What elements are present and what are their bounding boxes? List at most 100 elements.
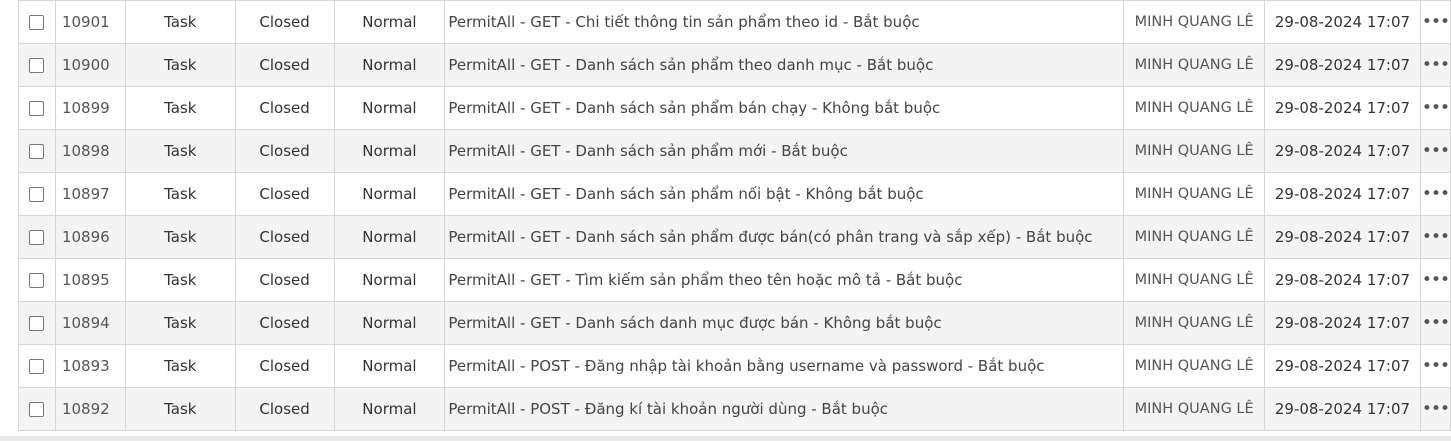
issue-id-link[interactable]: 10898: [62, 142, 110, 160]
subject-link[interactable]: PermitAll - GET - Danh sách sản phẩm bán…: [448, 99, 940, 117]
issue-id-link[interactable]: 10897: [62, 185, 110, 203]
row-actions-icon[interactable]: •••: [1419, 172, 1451, 216]
subject-link[interactable]: PermitAll - GET - Danh sách sản phẩm nối…: [448, 185, 923, 203]
row-actions-icon[interactable]: •••: [1419, 0, 1451, 44]
assignee-cell[interactable]: MINH QUANG LÊ: [1123, 172, 1266, 216]
assignee-link[interactable]: MINH QUANG LÊ: [1125, 358, 1264, 374]
assignee-link[interactable]: MINH QUANG LÊ: [1125, 315, 1264, 331]
row-checkbox-cell[interactable]: [18, 387, 56, 431]
assignee-cell[interactable]: MINH QUANG LÊ: [1123, 387, 1266, 431]
row-checkbox-cell[interactable]: [18, 86, 56, 130]
issue-id-cell[interactable]: 10901: [54, 0, 126, 44]
issue-id-link[interactable]: 10892: [62, 400, 110, 418]
assignee-cell[interactable]: MINH QUANG LÊ: [1123, 301, 1266, 345]
row-checkbox[interactable]: [29, 316, 45, 331]
table-row[interactable]: 10894 Task Closed Normal PermitAll - GET…: [18, 301, 1451, 345]
issue-id-link[interactable]: 10893: [62, 357, 110, 375]
assignee-link[interactable]: MINH QUANG LÊ: [1125, 143, 1264, 159]
assignee-cell[interactable]: MINH QUANG LÊ: [1123, 258, 1266, 302]
subject-cell[interactable]: PermitAll - GET - Danh sách sản phẩm the…: [444, 43, 1125, 87]
row-actions-icon[interactable]: •••: [1419, 301, 1451, 345]
subject-cell[interactable]: PermitAll - POST - Đăng kí tài khoản ngư…: [444, 387, 1125, 431]
row-checkbox-cell[interactable]: [18, 344, 56, 388]
issue-id-cell[interactable]: 10898: [54, 129, 126, 173]
row-checkbox-cell[interactable]: [18, 258, 56, 302]
assignee-cell[interactable]: MINH QUANG LÊ: [1123, 215, 1266, 259]
row-checkbox[interactable]: [29, 359, 45, 374]
subject-cell[interactable]: PermitAll - GET - Tìm kiếm sản phẩm theo…: [444, 258, 1125, 302]
issue-id-link[interactable]: 10896: [62, 228, 110, 246]
row-actions-icon[interactable]: •••: [1419, 129, 1451, 173]
subject-link[interactable]: PermitAll - GET - Danh sách sản phẩm đượ…: [448, 228, 1092, 246]
assignee-link[interactable]: MINH QUANG LÊ: [1125, 186, 1264, 202]
table-row[interactable]: 10896 Task Closed Normal PermitAll - GET…: [18, 215, 1451, 259]
row-checkbox[interactable]: [29, 273, 45, 288]
row-checkbox[interactable]: [29, 101, 45, 116]
row-checkbox-cell[interactable]: [18, 0, 56, 44]
table-row[interactable]: 10897 Task Closed Normal PermitAll - GET…: [18, 172, 1451, 216]
assignee-cell[interactable]: MINH QUANG LÊ: [1123, 129, 1266, 173]
issue-id-cell[interactable]: 10895: [54, 258, 126, 302]
row-checkbox-cell[interactable]: [18, 43, 56, 87]
issue-id-link[interactable]: 10895: [62, 271, 110, 289]
row-checkbox-cell[interactable]: [18, 215, 56, 259]
issue-id-cell[interactable]: 10900: [54, 43, 126, 87]
assignee-link[interactable]: MINH QUANG LÊ: [1125, 100, 1264, 116]
row-checkbox[interactable]: [29, 15, 45, 30]
subject-cell[interactable]: PermitAll - GET - Danh sách sản phẩm nối…: [444, 172, 1125, 216]
subject-link[interactable]: PermitAll - GET - Danh sách sản phẩm the…: [448, 56, 933, 74]
assignee-cell[interactable]: MINH QUANG LÊ: [1123, 43, 1266, 87]
subject-cell[interactable]: PermitAll - GET - Chi tiết thông tin sản…: [444, 0, 1125, 44]
row-actions-icon[interactable]: •••: [1419, 43, 1451, 87]
row-checkbox[interactable]: [29, 230, 45, 245]
subject-link[interactable]: PermitAll - GET - Danh sách danh mục đượ…: [448, 314, 941, 332]
issue-id-link[interactable]: 10900: [62, 56, 110, 74]
subject-link[interactable]: PermitAll - POST - Đăng kí tài khoản ngư…: [448, 400, 888, 418]
assignee-link[interactable]: MINH QUANG LÊ: [1125, 57, 1264, 73]
issue-id-link[interactable]: 10894: [62, 314, 110, 332]
table-row[interactable]: 10901 Task Closed Normal PermitAll - GET…: [18, 0, 1451, 44]
row-actions-icon[interactable]: •••: [1419, 344, 1451, 388]
subject-cell[interactable]: PermitAll - GET - Danh sách sản phẩm đượ…: [444, 215, 1125, 259]
assignee-cell[interactable]: MINH QUANG LÊ: [1123, 0, 1266, 44]
row-checkbox[interactable]: [29, 402, 45, 417]
row-checkbox[interactable]: [29, 187, 45, 202]
subject-cell[interactable]: PermitAll - POST - Đăng nhập tài khoản b…: [444, 344, 1125, 388]
assignee-link[interactable]: MINH QUANG LÊ: [1125, 14, 1264, 30]
subject-link[interactable]: PermitAll - POST - Đăng nhập tài khoản b…: [448, 357, 1044, 375]
issue-id-link[interactable]: 10901: [62, 13, 110, 31]
issue-id-cell[interactable]: 10897: [54, 172, 126, 216]
subject-link[interactable]: PermitAll - GET - Danh sách sản phẩm mới…: [448, 142, 848, 160]
table-row[interactable]: 10900 Task Closed Normal PermitAll - GET…: [18, 43, 1451, 87]
table-row[interactable]: 10898 Task Closed Normal PermitAll - GET…: [18, 129, 1451, 173]
subject-link[interactable]: PermitAll - GET - Tìm kiếm sản phẩm theo…: [448, 271, 962, 289]
assignee-cell[interactable]: MINH QUANG LÊ: [1123, 344, 1266, 388]
subject-cell[interactable]: PermitAll - GET - Danh sách sản phẩm mới…: [444, 129, 1125, 173]
assignee-link[interactable]: MINH QUANG LÊ: [1125, 229, 1264, 245]
table-row[interactable]: 10895 Task Closed Normal PermitAll - GET…: [18, 258, 1451, 302]
row-actions-icon[interactable]: •••: [1419, 215, 1451, 259]
subject-cell[interactable]: PermitAll - GET - Danh sách sản phẩm bán…: [444, 86, 1125, 130]
row-checkbox-cell[interactable]: [18, 129, 56, 173]
subject-cell[interactable]: PermitAll - GET - Danh sách danh mục đượ…: [444, 301, 1125, 345]
row-checkbox[interactable]: [29, 58, 45, 73]
row-actions-icon[interactable]: •••: [1419, 387, 1451, 431]
issue-id-cell[interactable]: 10894: [54, 301, 126, 345]
issue-id-cell[interactable]: 10896: [54, 215, 126, 259]
issue-id-cell[interactable]: 10899: [54, 86, 126, 130]
table-row[interactable]: 10893 Task Closed Normal PermitAll - POS…: [18, 344, 1451, 388]
row-checkbox-cell[interactable]: [18, 301, 56, 345]
subject-link[interactable]: PermitAll - GET - Chi tiết thông tin sản…: [448, 13, 919, 31]
table-row[interactable]: 10899 Task Closed Normal PermitAll - GET…: [18, 86, 1451, 130]
issue-id-link[interactable]: 10899: [62, 99, 110, 117]
issue-id-cell[interactable]: 10892: [54, 387, 126, 431]
row-actions-icon[interactable]: •••: [1419, 86, 1451, 130]
table-row[interactable]: 10892 Task Closed Normal PermitAll - POS…: [18, 387, 1451, 431]
issue-id-cell[interactable]: 10893: [54, 344, 126, 388]
row-actions-icon[interactable]: •••: [1419, 258, 1451, 302]
assignee-link[interactable]: MINH QUANG LÊ: [1125, 272, 1264, 288]
row-checkbox-cell[interactable]: [18, 172, 56, 216]
assignee-cell[interactable]: MINH QUANG LÊ: [1123, 86, 1266, 130]
assignee-link[interactable]: MINH QUANG LÊ: [1125, 401, 1264, 417]
row-checkbox[interactable]: [29, 144, 45, 159]
